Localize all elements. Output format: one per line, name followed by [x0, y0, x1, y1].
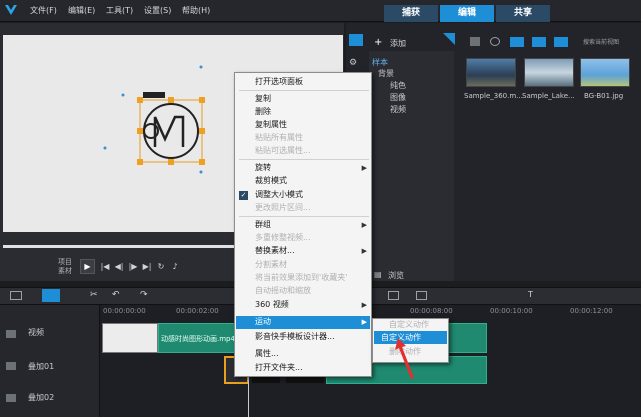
menu-settings[interactable]: 设置(S): [144, 5, 171, 16]
ruler-label-3: 00:00:10:00: [490, 307, 533, 315]
menu-delete[interactable]: 删除: [255, 106, 271, 118]
menu-crop-mode[interactable]: 裁剪模式: [255, 175, 287, 187]
image-filter-icon[interactable]: [532, 37, 546, 47]
check-icon: ✓: [239, 191, 248, 200]
volume-icon[interactable]: ♪: [170, 262, 180, 272]
tree-item-background[interactable]: 背景: [378, 68, 394, 79]
submenu-arrow-icon: ▶: [361, 301, 367, 309]
settings-icon[interactable]: [490, 37, 500, 46]
annotation-arrow-icon: [395, 338, 414, 379]
submenu-path-motion: 自定义动作: [389, 320, 429, 329]
tab-share[interactable]: 共享: [496, 5, 550, 22]
menu-edit[interactable]: 编辑(E): [68, 5, 95, 16]
menu-template-designer[interactable]: 影音快手模板设计器...: [255, 331, 335, 343]
video-filter-icon[interactable]: [510, 37, 524, 47]
menu-add-effect-favorites: 将当前效果添加到'收藏夹': [255, 273, 348, 282]
add-icon[interactable]: +: [374, 37, 382, 48]
ruler-label-4: 00:00:12:00: [570, 307, 613, 315]
menu-separator: [239, 159, 369, 160]
corner-flag-icon: [443, 33, 455, 45]
tree-item-image[interactable]: 图像: [390, 92, 406, 103]
prev-frame-icon[interactable]: ◀|: [114, 262, 124, 272]
menu-separator: [239, 90, 369, 91]
submenu-arrow-icon: ▶: [361, 247, 367, 255]
menu-file[interactable]: 文件(F): [30, 5, 57, 16]
browse-button[interactable]: 浏览: [388, 270, 404, 281]
submenu-arrow-icon: ▶: [361, 318, 367, 326]
project-clip-toggle[interactable]: 项目 素材: [58, 258, 72, 276]
menu-copy[interactable]: 复制: [255, 93, 271, 105]
end-icon[interactable]: ▶|: [142, 262, 152, 272]
folder-icon[interactable]: [470, 37, 480, 46]
add-label[interactable]: 添加: [390, 38, 406, 49]
menu-open-options[interactable]: 打开选项面板: [255, 76, 303, 88]
tab-capture[interactable]: 捕获: [384, 5, 438, 22]
overlay1-track-icon[interactable]: [6, 362, 16, 370]
ruler-label-2: 00:00:08:00: [410, 307, 453, 315]
search-input[interactable]: 搜索当前视图: [583, 37, 639, 48]
video-clip-thumb[interactable]: [102, 323, 158, 353]
tools-icon[interactable]: ✂: [90, 290, 98, 300]
play-button[interactable]: ▶: [80, 259, 95, 274]
menu-open-folder[interactable]: 打开文件夹...: [255, 362, 303, 374]
menu-rotate[interactable]: 旋转: [255, 162, 271, 174]
library-tree: [369, 51, 454, 281]
tab-edit[interactable]: 编辑: [440, 5, 494, 22]
storyboard-view-icon[interactable]: [10, 291, 22, 300]
track-video-label: 视频: [28, 328, 44, 337]
menu-split-clip: 分割素材: [255, 260, 287, 269]
thumb-bg-b01[interactable]: [580, 58, 630, 87]
project-label: 项目: [58, 258, 72, 266]
ruler-label-0: 00:00:00:00: [103, 307, 146, 315]
menu-separator: [239, 216, 369, 217]
menu-auto-pan-zoom: 自动摇动和缩放: [255, 286, 311, 295]
thumb-label-0: Sample_360.m...: [464, 92, 523, 100]
home-icon[interactable]: |◀: [100, 262, 110, 272]
track-overlay2-label: 叠加02: [28, 393, 55, 402]
ruler-label-1: 00:00:02:00: [176, 307, 219, 315]
menu-multi-camera: 多重修整视频...: [255, 233, 311, 242]
title-tool-icon[interactable]: [388, 291, 399, 300]
menu-help[interactable]: 帮助(H): [182, 5, 210, 16]
next-frame-icon[interactable]: |▶: [128, 262, 138, 272]
tree-item-color[interactable]: 纯色: [390, 80, 406, 91]
menu-paste-all-attributes: 粘贴所有属性: [255, 133, 303, 142]
video-clip[interactable]: 动感时尚图形动画.mp4: [158, 323, 236, 353]
repeat-icon[interactable]: ↻: [156, 262, 166, 272]
context-menu: 打开选项面板 复制 删除 复制属性 粘贴所有属性 粘贴可选属性... 旋转 ▶ …: [234, 72, 372, 377]
track-overlay1-label: 叠加01: [28, 362, 55, 371]
redo-icon[interactable]: ↷: [140, 290, 148, 300]
thumb-label-1: Sample_Lake...: [522, 92, 575, 100]
timeline-view-icon[interactable]: [42, 289, 60, 302]
video-track-icon[interactable]: [6, 330, 16, 338]
undo-icon[interactable]: ↶: [112, 290, 120, 300]
thumb-label-2: BG-B01.jpg: [584, 92, 624, 100]
subtitle-tool-icon[interactable]: [416, 291, 427, 300]
menu-copy-attributes[interactable]: 复制属性: [255, 119, 287, 131]
menu-group[interactable]: 群组: [255, 219, 271, 231]
menu-tools[interactable]: 工具(T): [106, 5, 133, 16]
audio-filter-icon[interactable]: [554, 37, 568, 47]
overlay2-track-icon[interactable]: [6, 394, 16, 402]
clip-label: 素材: [58, 267, 72, 275]
menu-resize-mode[interactable]: 调整大小模式: [255, 189, 303, 201]
text-tool-icon[interactable]: T: [528, 290, 533, 299]
app-logo-icon: [4, 3, 18, 17]
media-icon[interactable]: [349, 34, 363, 46]
tree-item-sample[interactable]: 样本: [372, 57, 388, 68]
menu-change-photo-interval: 更改照片区间...: [255, 203, 311, 212]
submenu-arrow-icon: ▶: [361, 164, 367, 172]
tree-item-video[interactable]: 视频: [390, 104, 406, 115]
browse-icon[interactable]: ▤: [374, 270, 382, 279]
menu-replace-clip[interactable]: 替换素材...: [255, 245, 295, 257]
transition-icon[interactable]: ⚙: [349, 58, 363, 70]
submenu-arrow-icon: ▶: [361, 221, 367, 229]
menu-properties[interactable]: 属性...: [255, 348, 279, 360]
menu-motion[interactable]: 运动: [255, 316, 271, 328]
thumb-sample-lake[interactable]: [524, 58, 574, 87]
menu-paste-selected-attributes: 粘贴可选属性...: [255, 146, 311, 155]
menu-360-video[interactable]: 360 视频: [255, 299, 289, 311]
thumb-sample-360[interactable]: [466, 58, 516, 87]
video-clip-title: 动感时尚图形动画.mp4: [161, 335, 235, 343]
